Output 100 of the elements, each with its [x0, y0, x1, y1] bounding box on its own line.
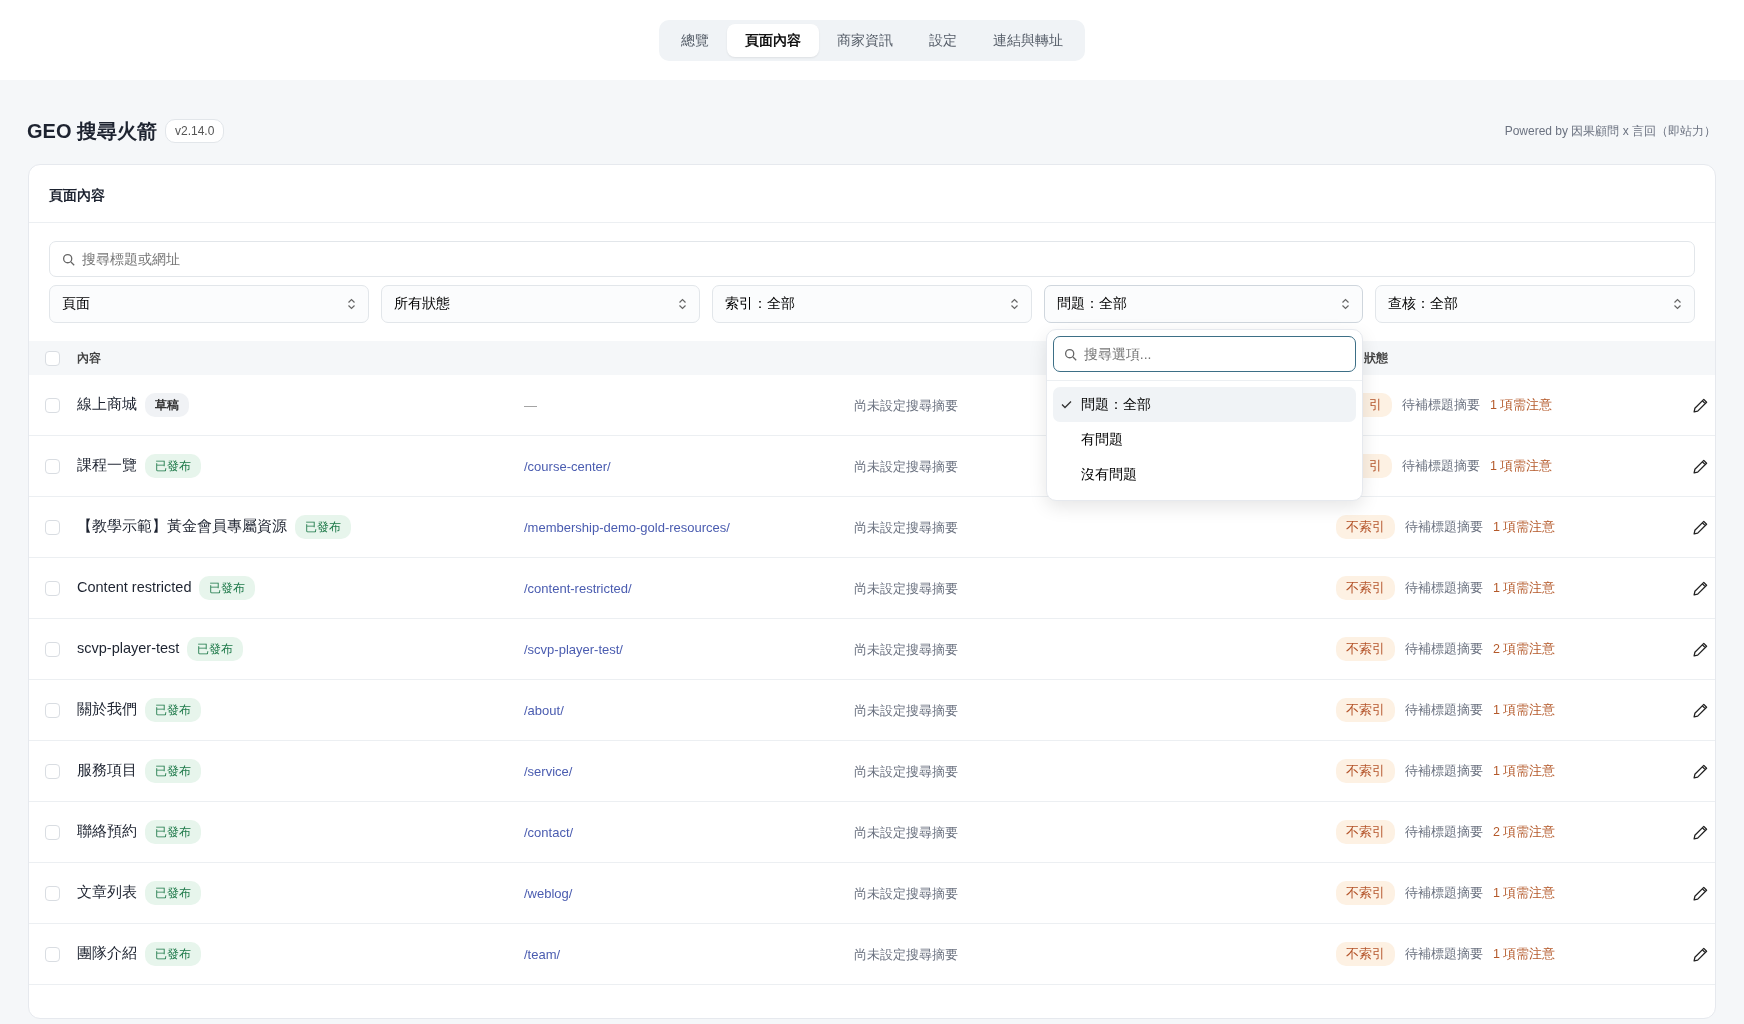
url-link[interactable]: /membership-demo-gold-resources/ [524, 519, 730, 535]
filter-dropdown[interactable]: 所有狀態 [380, 285, 701, 323]
pencil-icon [1693, 642, 1708, 658]
page-title: 線上商城 [77, 395, 137, 415]
chevron-updown-icon [1341, 298, 1351, 310]
summary-text: 尚未設定搜尋摘要 [854, 581, 958, 596]
pencil-icon [1693, 764, 1708, 780]
tab[interactable]: 總覽 [663, 23, 727, 57]
pencil-icon [1693, 703, 1708, 719]
chevron-updown-icon [346, 298, 356, 310]
title-summary-text: 待補標題摘要 [1405, 823, 1483, 841]
title-summary-text: 待補標題摘要 [1405, 579, 1483, 597]
tab[interactable]: 設定 [911, 23, 975, 57]
chevron-updown-icon [678, 298, 688, 310]
summary-text: 尚未設定搜尋摘要 [854, 886, 958, 901]
select-all-checkbox[interactable] [45, 350, 60, 366]
row-checkbox[interactable] [45, 397, 60, 413]
attention-text: 1 項需注意 [1493, 762, 1556, 780]
panel-title: 頁面內容 [29, 165, 1715, 223]
attention-text: 1 項需注意 [1493, 579, 1556, 597]
version-label: v2.14.0 [165, 119, 225, 143]
tab[interactable]: 商家資訊 [819, 23, 911, 57]
empty-url-text: — [524, 397, 537, 413]
url-link[interactable]: /content-restricted/ [524, 580, 632, 596]
status-tag: 已發布 [199, 576, 256, 600]
row-checkbox[interactable] [45, 824, 60, 840]
filter-dropdown[interactable]: 頁面 [49, 285, 369, 323]
attention-text: 1 項需注意 [1493, 518, 1556, 536]
summary-text: 尚未設定搜尋摘要 [854, 520, 958, 535]
column-header: 內容 [77, 351, 101, 365]
search-icon [1063, 348, 1077, 361]
status-tag: 已發布 [145, 820, 201, 844]
tab[interactable]: 頁面內容 [727, 23, 819, 57]
summary-text: 尚未設定搜尋摘要 [854, 825, 958, 840]
pencil-icon [1693, 581, 1708, 597]
page-title: 聯絡預約 [77, 822, 137, 842]
column-header: 狀態 [1364, 351, 1388, 365]
url-link[interactable]: /service/ [524, 763, 573, 779]
search-icon [62, 253, 75, 266]
title-summary-text: 待補標題摘要 [1405, 701, 1483, 719]
status-tag: 已發布 [145, 942, 201, 966]
status-tag: 已發布 [145, 881, 201, 905]
menu-search-field[interactable]: 搜尋選項... [1052, 336, 1357, 372]
row-checkbox[interactable] [45, 885, 60, 901]
index-tag: 不索引 [1336, 941, 1395, 967]
attention-text: 1 項需注意 [1490, 457, 1553, 475]
tab[interactable]: 連結與轉址 [975, 23, 1081, 57]
row-checkbox[interactable] [45, 946, 60, 962]
app-title: GEO 搜尋火箭 [27, 119, 157, 144]
filter-dropdown[interactable]: 查核：全部 [1375, 285, 1695, 323]
page-title: scvp-player-test [77, 639, 180, 659]
filter-dropdown[interactable]: 索引：全部 [712, 285, 1032, 323]
url-link[interactable]: /weblog/ [524, 885, 573, 901]
page-title: 課程一覽 [77, 456, 137, 476]
check-icon [1060, 400, 1072, 409]
url-link[interactable]: /course-center/ [524, 458, 611, 474]
status-tag: 已發布 [145, 759, 201, 783]
menu-option[interactable]: 問題：全部 [1052, 387, 1357, 422]
row-checkbox[interactable] [45, 458, 60, 474]
attention-text: 1 項需注意 [1493, 884, 1556, 902]
attention-text: 2 項需注意 [1493, 640, 1556, 658]
row-checkbox[interactable] [45, 519, 60, 535]
pencil-icon [1693, 825, 1708, 841]
index-tag: 不索引 [1336, 636, 1395, 662]
status-tag: 已發布 [145, 454, 201, 478]
attention-text: 1 項需注意 [1493, 945, 1556, 963]
title-summary-text: 待補標題摘要 [1402, 457, 1480, 475]
row-checkbox[interactable] [45, 580, 60, 596]
filter-dropdown[interactable]: 問題：全部 [1043, 285, 1364, 323]
summary-text: 尚未設定搜尋摘要 [854, 947, 958, 962]
index-tag: 不索引 [1336, 514, 1395, 540]
url-link[interactable]: /scvp-player-test/ [524, 641, 623, 657]
title-summary-text: 待補標題摘要 [1405, 518, 1483, 536]
page-title: 文章列表 [77, 883, 137, 903]
status-tag: 已發布 [295, 515, 351, 539]
url-link[interactable]: /contact/ [524, 824, 574, 840]
row-checkbox[interactable] [45, 763, 60, 779]
pencil-icon [1693, 947, 1708, 963]
title-summary-text: 待補標題摘要 [1405, 762, 1483, 780]
page-title: Content restricted [77, 578, 192, 598]
page-title: 關於我們 [77, 700, 137, 720]
page-title: 【教學示範】黃金會員專屬資源 [77, 517, 287, 537]
pencil-icon [1693, 886, 1708, 902]
index-tag: 不索引 [1336, 758, 1395, 784]
title-summary-text: 待補標題摘要 [1405, 945, 1483, 963]
index-tag: 不索引 [1336, 697, 1395, 723]
row-checkbox[interactable] [45, 702, 60, 718]
page-title: 團隊介紹 [77, 944, 137, 964]
summary-text: 尚未設定搜尋摘要 [854, 398, 958, 413]
url-link[interactable]: /team/ [524, 946, 561, 962]
title-summary-text: 待補標題摘要 [1405, 640, 1483, 658]
attention-text: 1 項需注意 [1493, 701, 1556, 719]
index-tag: 不索引 [1336, 880, 1395, 906]
summary-text: 尚未設定搜尋摘要 [854, 764, 958, 779]
summary-text: 尚未設定搜尋摘要 [854, 642, 958, 657]
search-field[interactable]: 搜尋標題或網址 [49, 241, 1695, 277]
summary-text: 尚未設定搜尋摘要 [854, 703, 958, 718]
url-link[interactable]: /about/ [524, 702, 564, 718]
row-checkbox[interactable] [45, 641, 60, 657]
summary-text: 尚未設定搜尋摘要 [854, 459, 958, 474]
